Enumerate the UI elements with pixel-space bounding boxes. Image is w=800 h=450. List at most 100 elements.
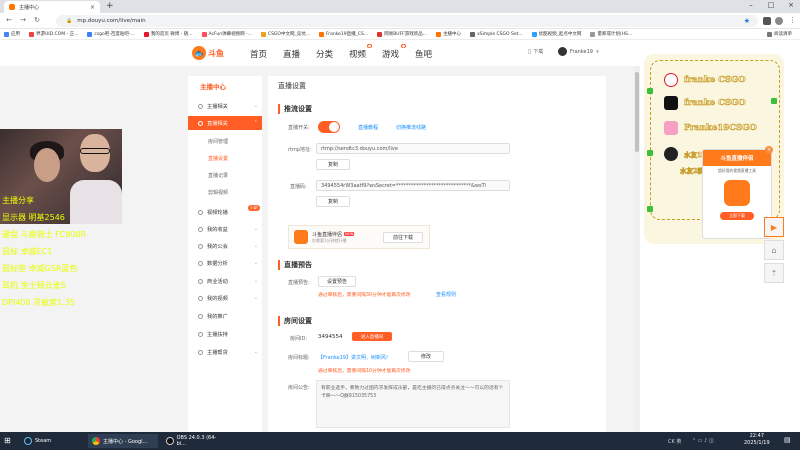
bookmark-item[interactable]: Franke19直播_CS... [319, 31, 368, 37]
url-text: mp.douyu.com/live/main [77, 18, 146, 24]
sidebar-item-business[interactable]: 商业活动 ⌄ [198, 276, 258, 286]
window-close-icon[interactable]: × [782, 1, 800, 9]
nav-fishbar[interactable]: 鱼吧 [415, 48, 432, 60]
broadcast-icon [198, 120, 203, 126]
companion-popup: 斗鱼直播伴侣 超好用的视频直播工具 立即下载 [702, 149, 772, 239]
lock-icon: 🔒 [66, 18, 73, 24]
bookmark-item[interactable]: 量筹或计划(HS... [590, 31, 632, 37]
companion-app-icon [294, 230, 308, 244]
download-companion-button[interactable]: 前往下载 [383, 231, 423, 243]
download-link[interactable]: ▯ 下载 [528, 48, 543, 55]
bookmark-item[interactable]: 优酷视频_起点中文网 [531, 31, 581, 37]
bookmark-item[interactable]: csgo吧-百度贴吧-... [87, 31, 135, 37]
avatar[interactable] [558, 47, 567, 56]
taskbar-app-steam[interactable]: Steam [20, 434, 84, 448]
taskbar-app-chrome[interactable]: 主播中心 - Googl... [88, 434, 158, 448]
rtmp-input[interactable]: rtmp://sendtc3.douyu.com/live [316, 143, 510, 154]
maximize-icon[interactable]: □ [762, 1, 780, 9]
bookmark-icon [29, 31, 34, 37]
copy-code-button[interactable]: 复制 [316, 196, 350, 207]
sidebar-item-my-videos[interactable]: 我的视频 ⌄ [198, 293, 258, 303]
stream-code-input[interactable]: 3494554rW3aatf9?wsSecret=***************… [316, 180, 510, 191]
bookmark-item[interactable]: 我的首页 微博 - 随... [143, 31, 193, 37]
switch-line-link[interactable]: 切换推流线路 [396, 124, 426, 131]
sidebar-item-live[interactable]: 直播相关 ⌃ [188, 116, 262, 130]
overlay-corner-marker [771, 98, 777, 104]
chart-icon [198, 260, 203, 266]
sidebar-item-support[interactable]: 主播扶持 [198, 329, 258, 339]
browser-tab[interactable]: 主播中心 × [4, 1, 100, 13]
play-icon[interactable]: ▶ [764, 217, 784, 237]
set-preview-button[interactable]: 设置预告 [318, 276, 356, 287]
taskbar-clock[interactable]: 22:47 2025/1/19 [744, 433, 770, 447]
nav-video[interactable]: 视频 [349, 48, 366, 60]
bookmark-item[interactable]: 网易BUFF游戏饰品... [377, 31, 427, 37]
view-rules-link[interactable]: 查看规则 [436, 291, 456, 298]
new-tab-icon[interactable]: + [106, 1, 114, 11]
windows-start-icon[interactable]: ⊞ [4, 436, 11, 445]
announcement-textarea[interactable]: 有职业选手，要致力过国内求发挥成乐部，是吃主播的已得点点关注～～可以的话有个卡映… [316, 380, 510, 428]
nav-live[interactable]: 直播 [283, 48, 300, 60]
nav-category[interactable]: 分类 [316, 48, 333, 60]
sidebar-item-data[interactable]: 数据分析 ⌄ [198, 258, 258, 268]
chrome-icon [92, 437, 100, 445]
reading-list-icon [767, 31, 772, 37]
nav-games[interactable]: 游戏 [382, 48, 399, 60]
bookmark-item[interactable]: 主播中心 [436, 31, 461, 37]
ime-indicator[interactable]: CK 英 [668, 438, 681, 445]
tray-icons[interactable]: ⌃ ▭ ♪ ◫ [692, 438, 714, 444]
extension-icon[interactable] [763, 17, 771, 25]
user-menu-chevron-icon[interactable]: ▼ [596, 49, 599, 54]
bookmark-item[interactable]: 界游UID.COM - 正... [29, 31, 78, 37]
back-icon[interactable]: ← [4, 16, 14, 24]
bookmark-item[interactable]: xSimple CSGO Set... [470, 31, 523, 37]
username[interactable]: Franke19 [570, 49, 593, 55]
bookmark-item[interactable]: AcFun弹幕视频网 -... [201, 31, 252, 37]
reload-icon[interactable]: ↻ [32, 16, 42, 24]
douyu-logo[interactable]: 🐟 斗鱼 [192, 44, 232, 62]
chevron-down-icon: ⌄ [253, 295, 258, 301]
overlay-corner-marker [647, 88, 653, 94]
home-icon[interactable]: ⌂ [764, 240, 784, 260]
profile-icon[interactable] [775, 17, 783, 25]
scroll-top-icon[interactable]: ⇡ [764, 263, 784, 283]
bookmark-star-icon[interactable]: ★ [744, 17, 750, 25]
popup-download-button[interactable]: 立即下载 [720, 212, 754, 220]
scrollbar-thumb[interactable] [635, 72, 639, 152]
sidebar-item-promotion[interactable]: 我的推广 [198, 311, 258, 321]
bookmark-icon [87, 31, 93, 37]
sidebar-subitem-live-settings[interactable]: 直播设置 [208, 155, 228, 162]
enter-room-button[interactable]: 进入直播间 [352, 332, 392, 341]
minimize-icon[interactable]: – [742, 1, 760, 9]
sidebar-subitem-clips[interactable]: 剪辑视频 [208, 189, 228, 196]
sidebar-item-guild[interactable]: 我的公会 ⌄ [198, 241, 258, 251]
bookmark-icon [143, 31, 149, 37]
popup-close-icon[interactable]: × [765, 146, 773, 154]
bookmark-item[interactable]: 应用 [4, 31, 20, 37]
sidebar-item-goods[interactable]: 主播帮货 ⌄ [198, 347, 258, 357]
phone-icon: ▯ [528, 48, 532, 55]
notification-icon[interactable]: ▤ [784, 436, 791, 444]
nav-home[interactable]: 首页 [250, 48, 267, 60]
chevron-down-icon: ⌄ [253, 226, 258, 232]
chrome-menu-icon[interactable]: ⋮ [789, 16, 796, 24]
tab-close-icon[interactable]: × [90, 4, 95, 11]
sidebar-subitem-live-records[interactable]: 直播记录 [208, 172, 228, 179]
edit-title-button[interactable]: 修改 [408, 351, 444, 362]
url-input[interactable]: 🔒 mp.douyu.com/live/main ★ [56, 15, 758, 27]
live-switch-toggle[interactable] [318, 121, 340, 133]
chevron-up-icon: ⌃ [253, 120, 258, 126]
reading-list[interactable]: 阅读清单 [767, 31, 792, 37]
sidebar-item-earnings[interactable]: 我的收益 ⌄ [198, 224, 258, 234]
sidebar-item-anchor[interactable]: 主播相关 ⌄ [198, 101, 258, 111]
taskbar-app-obs[interactable]: OBS 24.0.3 (64-bi... [162, 434, 226, 448]
live-tutorial-link[interactable]: 直播教程 [358, 124, 378, 131]
bookmark-item[interactable]: CSGO中文网_竞坑... [260, 31, 310, 37]
tab-title: 主播中心 [19, 4, 40, 11]
sidebar-subitem-room-manage[interactable]: 房间管理 [208, 138, 228, 145]
copy-rtmp-button[interactable]: 复制 [316, 159, 350, 170]
bookmark-icon [590, 31, 596, 37]
nav-badge: ● [367, 44, 373, 48]
douyu-mascot-icon: 🐟 [192, 46, 206, 60]
forward-icon[interactable]: → [18, 16, 28, 24]
